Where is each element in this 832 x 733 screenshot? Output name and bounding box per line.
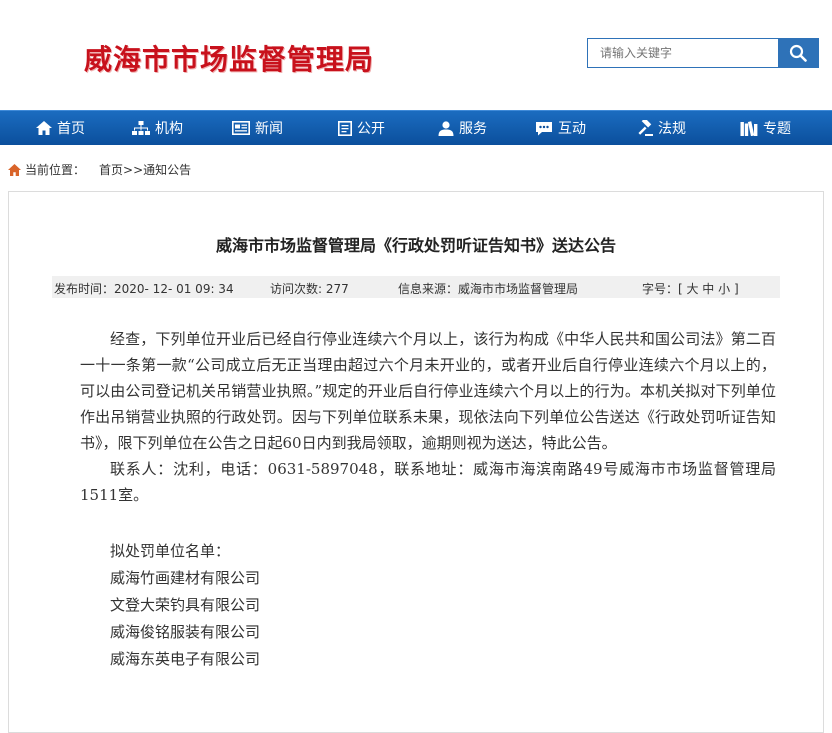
nav-item-home[interactable]: 首页 — [36, 111, 85, 145]
nav-item-interact[interactable]: 互动 — [535, 111, 586, 145]
company-list-item: 文登大荣钓具有限公司 — [110, 596, 261, 614]
article-paragraph: 经查，下列单位开业后已经自行停业连续六个月以上，该行为构成《中华人民共和国公司法… — [80, 330, 776, 452]
breadcrumb-home-link[interactable]: 首页 — [99, 163, 123, 177]
search-box — [587, 38, 819, 68]
font-size-switch[interactable]: 字号：[ 大 中 小 ] — [642, 280, 739, 297]
nav-item-news[interactable]: 新闻 — [232, 111, 283, 145]
nav-item-label: 公开 — [357, 121, 385, 137]
nav-item-org[interactable]: 机构 — [132, 111, 183, 145]
org-chart-icon — [132, 121, 150, 135]
company-list-item: 威海俊铭服装有限公司 — [110, 623, 261, 641]
nav-item-label: 专题 — [763, 121, 791, 137]
breadcrumb: 当前位置： 首页>>通知公告 — [8, 161, 191, 178]
search-button[interactable] — [778, 39, 818, 67]
site-title[interactable]: 威海市市场监督管理局 — [84, 38, 374, 78]
breadcrumb-current-link[interactable]: 通知公告 — [143, 163, 191, 177]
article-meta-bar: 发布时间：2020- 12- 01 09: 34 访问次数: 277 信息来源：… — [52, 276, 780, 298]
company-list-item: 威海东英电子有限公司 — [110, 650, 261, 668]
publish-time: 发布时间：2020- 12- 01 09: 34 — [54, 282, 234, 296]
home-icon — [36, 121, 52, 135]
document-icon — [338, 120, 352, 136]
newspaper-icon — [232, 121, 250, 135]
info-source: 信息来源：威海市市场监督管理局 — [398, 282, 579, 296]
site-header: 威海市市场监督管理局 — [0, 0, 832, 110]
nav-item-public[interactable]: 公开 — [338, 111, 385, 145]
search-icon — [789, 44, 807, 62]
search-input[interactable] — [588, 39, 778, 67]
nav-item-topics[interactable]: 专题 — [740, 111, 791, 145]
chat-icon — [536, 121, 552, 135]
nav-item-label: 新闻 — [255, 121, 283, 137]
nav-item-label: 法规 — [658, 121, 686, 137]
nav-item-label: 服务 — [459, 121, 487, 137]
article-body: 经查，下列单位开业后已经自行停业连续六个月以上，该行为构成《中华人民共和国公司法… — [80, 326, 776, 673]
visit-count: 访问次数: 277 — [270, 282, 349, 296]
gavel-icon — [638, 120, 653, 136]
books-icon — [740, 120, 758, 136]
nav-item-label: 互动 — [558, 121, 586, 137]
article-container: 威海市市场监督管理局《行政处罚听证告知书》送达公告 发布时间：2020- 12-… — [8, 191, 824, 733]
main-nav: 首页 机构 新闻 公开 服务 互动 法规 专题 — [0, 110, 832, 145]
nav-item-service[interactable]: 服务 — [438, 111, 487, 145]
person-icon — [438, 120, 454, 136]
company-list-item: 威海竹画建材有限公司 — [110, 569, 261, 587]
nav-item-label: 机构 — [155, 121, 183, 137]
nav-item-law[interactable]: 法规 — [637, 111, 686, 145]
home-icon — [8, 163, 21, 176]
company-list-title: 拟处罚单位名单： — [110, 542, 231, 560]
article-title: 威海市市场监督管理局《行政处罚听证告知书》送达公告 — [215, 236, 616, 255]
breadcrumb-prefix: 当前位置： — [25, 163, 86, 177]
breadcrumb-separator: >> — [123, 163, 144, 177]
contact-info: 联系人：沈利，电话：0631-5897048，联系地址：威海市海滨南路49号威海… — [80, 460, 776, 504]
nav-item-label: 首页 — [57, 121, 85, 137]
